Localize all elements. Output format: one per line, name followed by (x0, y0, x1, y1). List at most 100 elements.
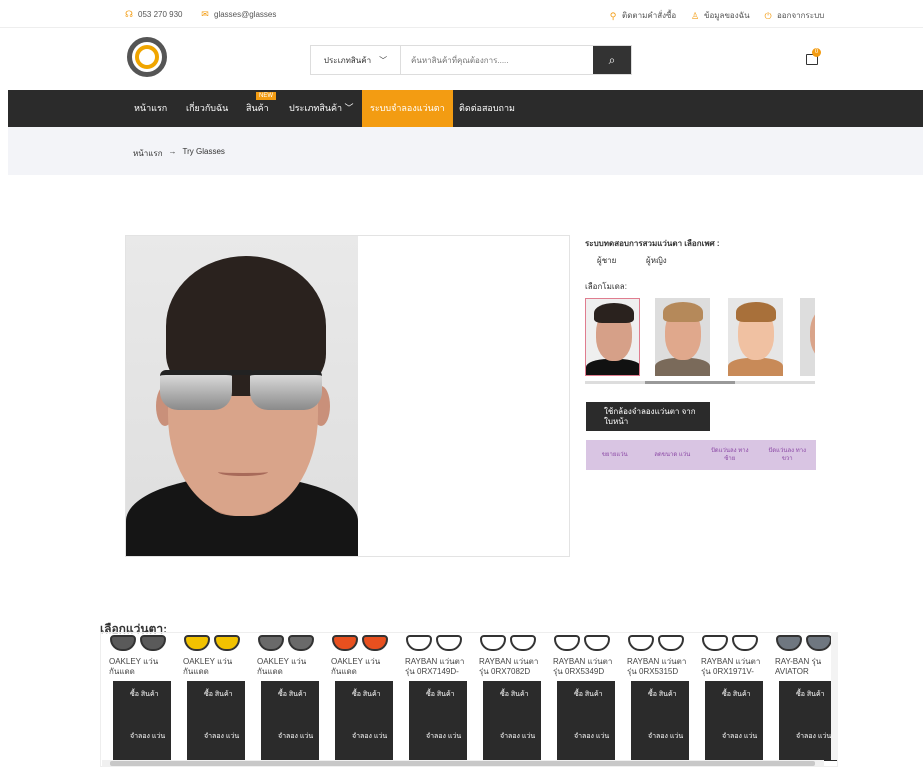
try-glasses-button[interactable]: จำลอง แว่น (352, 731, 387, 742)
enlarge-glasses-button[interactable]: ขยายแว่น (592, 451, 637, 459)
try-glasses-button[interactable]: จำลอง แว่น (278, 731, 313, 742)
buy-product-button[interactable]: ซื้อ สินค้า (130, 689, 159, 700)
email-link[interactable]: ✉ glasses@glasses (200, 9, 276, 19)
try-glasses-button[interactable]: จำลอง แว่น (574, 731, 609, 742)
gender-male-option[interactable]: ผู้ชาย (597, 254, 616, 267)
buy-product-button[interactable]: ซื้อ สินค้า (426, 689, 455, 700)
glasses-frame-icon[interactable] (552, 633, 612, 655)
try-glasses-button[interactable]: จำลอง แว่น (648, 731, 683, 742)
search-button[interactable]: ⌕ (593, 46, 631, 74)
glasses-name: RAYBAN แว่นตา รุ่น 0RX7082D (479, 657, 539, 676)
top-bar: ☊ 053 270 930 ✉ glasses@glasses ⚲ ติดตาม… (0, 0, 923, 28)
buy-product-button[interactable]: ซื้อ สินค้า (648, 689, 677, 700)
glasses-overlay[interactable] (156, 366, 326, 416)
glasses-name: OAKLEY แว่นกันแดด (331, 657, 381, 676)
glasses-card: RAYBAN แว่นตา รุ่น 0RX7082D ซื้อ สินค้าจำ… (475, 633, 541, 763)
headset-icon: ☊ (125, 9, 133, 19)
glasses-frame-icon[interactable] (330, 633, 390, 655)
track-order-link[interactable]: ⚲ ติดตามคำสั่งซื้อ (608, 9, 677, 22)
model-thumb-3[interactable] (728, 298, 783, 376)
site-logo[interactable] (127, 37, 167, 77)
buy-product-button[interactable]: ซื้อ สินค้า (278, 689, 307, 700)
glasses-frame-icon[interactable] (108, 633, 168, 655)
glasses-action-panel: ซื้อ สินค้าจำลอง แว่น (631, 681, 689, 761)
email-text: glasses@glasses (214, 9, 277, 19)
glasses-frame-icon[interactable] (182, 633, 242, 655)
nav-item-contact[interactable]: ติดต่อสอบถาม (459, 90, 515, 127)
try-glasses-button[interactable]: จำลอง แว่น (796, 731, 831, 742)
search-input[interactable] (401, 46, 593, 74)
glasses-card: OAKLEY แว่นกันแดดซื้อ สินค้าจำลอง แว่น (179, 633, 245, 763)
try-glasses-button[interactable]: จำลอง แว่น (130, 731, 165, 742)
tryon-title: ระบบทดสอบการสวมแว่นตา เลือกเพศ : (585, 239, 720, 248)
buy-product-button[interactable]: ซื้อ สินค้า (574, 689, 603, 700)
model-select-title: เลือกโมเดล: (585, 282, 627, 291)
buy-product-button[interactable]: ซื้อ สินค้า (204, 689, 233, 700)
phone-text: 053 270 930 (138, 9, 183, 19)
glasses-name: OAKLEY แว่นกันแดด (109, 657, 159, 676)
nav-item-home[interactable]: หน้าแรก (134, 90, 167, 127)
try-glasses-button[interactable]: จำลอง แว่น (426, 731, 461, 742)
logout-link[interactable]: ⏻ ออกจากระบบ (763, 9, 824, 22)
nav-item-categories[interactable]: ประเภทสินค้า ﹀ (289, 90, 354, 127)
model-scrollbar[interactable] (585, 381, 815, 384)
search-category-label: ประเภทสินค้า (323, 55, 372, 65)
buy-product-button[interactable]: ซื้อ สินค้า (500, 689, 529, 700)
shrink-glasses-button[interactable]: ลดขนาด แว่น (650, 451, 695, 459)
nav-item-about[interactable]: เกี่ยวกับฉัน (186, 90, 228, 127)
glasses-frame-icon[interactable] (478, 633, 538, 655)
tryon-side-panel: ระบบทดสอบการสวมแว่นตา เลือกเพศ : ผู้ชาย … (585, 237, 820, 291)
tilt-left-button[interactable]: ปัดแว่นลง ทางซ้าย (707, 447, 752, 463)
glasses-card: OAKLEY แว่นกันแดดซื้อ สินค้าจำลอง แว่น (253, 633, 319, 763)
location-pin-icon: ⚲ (609, 10, 617, 21)
track-order-text: ติดตามคำสั่งซื้อ (622, 11, 677, 20)
glasses-name: RAYBAN แว่นตา รุ่น 0RX1971V- (701, 657, 761, 676)
glasses-name: OAKLEY แว่นกันแดด (257, 657, 307, 676)
buy-product-button[interactable]: ซื้อ สินค้า (796, 689, 825, 700)
cart-button[interactable]: 0 (804, 48, 821, 66)
model-thumb-4[interactable] (800, 298, 815, 376)
tryon-stage (125, 235, 570, 557)
user-icon: ♙ (690, 10, 700, 21)
buy-product-button[interactable]: ซื้อ สินค้า (722, 689, 751, 700)
glasses-frame-icon[interactable] (404, 633, 464, 655)
logout-text: ออกจากระบบ (777, 11, 825, 20)
glasses-list-vscroll[interactable] (831, 632, 838, 760)
glasses-frame-icon[interactable] (700, 633, 760, 655)
glasses-list-hscroll[interactable] (102, 760, 824, 767)
breadcrumb-home[interactable]: หน้าแรก (133, 147, 163, 160)
glasses-action-panel: ซื้อ สินค้าจำลอง แว่น (187, 681, 245, 761)
account-link[interactable]: ♙ ข้อมูลของฉัน (690, 9, 750, 22)
gender-female-option[interactable]: ผู้หญิง (646, 254, 667, 267)
power-icon: ⏻ (764, 10, 772, 21)
glasses-card: OAKLEY แว่นกันแดดซื้อ สินค้าจำลอง แว่น (105, 633, 171, 763)
glasses-list: OAKLEY แว่นกันแดด ซื้อ สินค้า จำลอง แว่น OA… (100, 632, 838, 767)
try-glasses-button[interactable]: จำลอง แว่น (204, 731, 239, 742)
model-thumb-2[interactable] (655, 298, 710, 376)
glasses-controls: ขยายแว่น ลดขนาด แว่น ปัดแว่นลง ทางซ้าย ป… (586, 440, 816, 470)
glasses-frame-icon[interactable] (774, 633, 834, 655)
glasses-frame-icon[interactable] (626, 633, 686, 655)
glasses-name: RAYBAN แว่นตา รุ่น 0RX7149D- (405, 657, 465, 676)
glasses-card: RAY-BAN รุ่น AVIATOR ซื้อ สินค้าจำลอง แว่… (771, 633, 837, 763)
glasses-action-panel: ซื้อ สินค้าจำลอง แว่น (483, 681, 541, 761)
nav-item-try-glasses[interactable]: ระบบจำลองแว่นตา (362, 90, 453, 127)
glasses-name: RAY-BAN รุ่น AVIATOR (775, 657, 822, 676)
glasses-name: OAKLEY แว่นกันแดด (183, 657, 233, 676)
mail-icon: ✉ (201, 9, 209, 19)
buy-product-button[interactable]: ซื้อ สินค้า (352, 689, 381, 700)
glasses-action-panel: ซื้อ สินค้าจำลอง แว่น (335, 681, 393, 761)
breadcrumb-separator: → (168, 147, 177, 156)
glasses-action-panel: ซื้อ สินค้าจำลอง แว่น (705, 681, 763, 761)
camera-tryon-button[interactable]: ใช้กล้องจำลองแว่นตา จากใบหน้า (586, 402, 710, 431)
new-badge: NEW (256, 92, 276, 100)
phone-info: ☊ 053 270 930 (124, 9, 183, 19)
try-glasses-button[interactable]: จำลอง แว่น (722, 731, 757, 742)
glasses-frame-icon[interactable] (256, 633, 316, 655)
glasses-action-panel: ซื้อ สินค้าจำลอง แว่น (557, 681, 615, 761)
search-category-select[interactable]: ประเภทสินค้า ﹀ (311, 46, 401, 74)
model-thumb-1[interactable] (585, 298, 640, 376)
tilt-right-button[interactable]: ปัดแว่นลง ทางขวา (765, 447, 810, 463)
breadcrumb-current: Try Glasses (182, 147, 225, 156)
try-glasses-button[interactable]: จำลอง แว่น (500, 731, 535, 742)
